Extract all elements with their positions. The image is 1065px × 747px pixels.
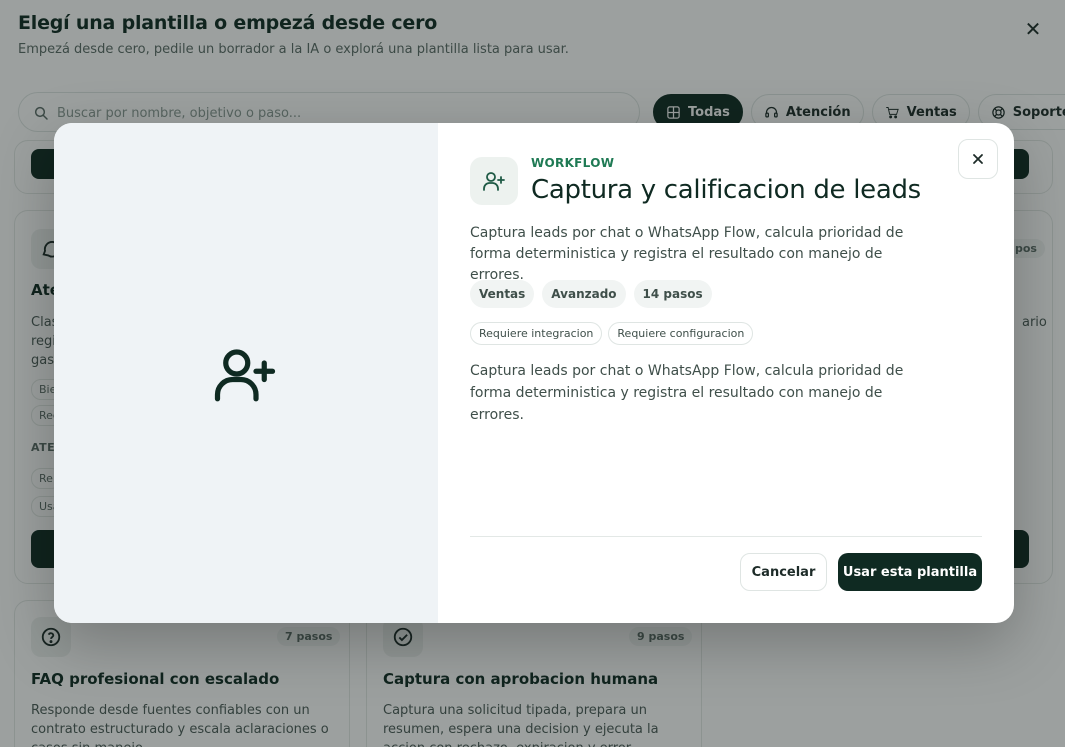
template-description: Captura leads por chat o WhatsApp Flow, … bbox=[470, 225, 904, 283]
template-meta-chips: Ventas Avanzado 14 pasos bbox=[470, 280, 712, 308]
template-detail-panel: WORKFLOW Captura y calificacion de leads… bbox=[438, 123, 1014, 623]
close-icon bbox=[973, 154, 983, 164]
template-title: Captura y calificacion de leads bbox=[531, 175, 921, 205]
template-requirements: Requiere integracion Requiere configurac… bbox=[470, 322, 754, 345]
requirement-badge: Requiere integracion bbox=[470, 322, 603, 345]
user-plus-icon bbox=[214, 349, 276, 402]
steps-chip: 14 pasos bbox=[633, 280, 712, 308]
use-template-button[interactable]: Usar esta plantilla bbox=[838, 553, 982, 591]
close-button[interactable] bbox=[958, 139, 998, 179]
template-icon-badge bbox=[470, 157, 518, 205]
requirement-badge: Requiere configuracion bbox=[608, 322, 754, 345]
template-long-description: Captura leads por chat o WhatsApp Flow, … bbox=[470, 363, 904, 423]
cancel-button[interactable]: Cancelar bbox=[740, 553, 827, 591]
category-chip: Ventas bbox=[470, 280, 535, 308]
template-type-label: WORKFLOW bbox=[531, 156, 615, 170]
user-plus-icon bbox=[483, 172, 505, 191]
level-chip: Avanzado bbox=[542, 280, 626, 308]
template-preview-panel bbox=[54, 123, 438, 623]
footer-divider bbox=[470, 536, 982, 537]
template-detail-modal: WORKFLOW Captura y calificacion de leads… bbox=[54, 123, 1014, 623]
